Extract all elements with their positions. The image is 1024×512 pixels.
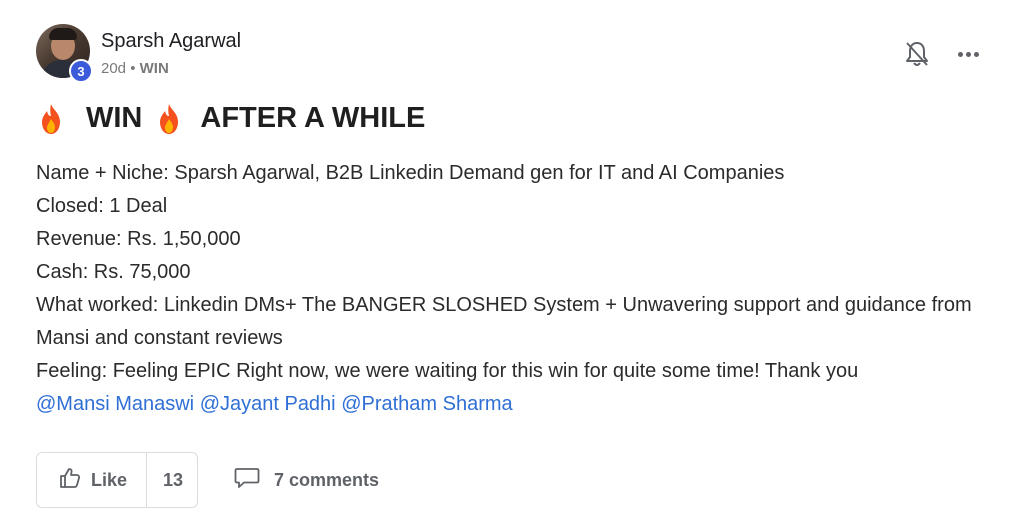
body-line-cash: Cash: Rs. 75,000: [36, 261, 191, 283]
body-line-feeling: Feeling: Feeling EPIC Right now, we were…: [36, 360, 859, 382]
post-header: 3 Sparsh Agarwal 20d • WIN: [36, 24, 996, 84]
meta-separator: •: [130, 60, 136, 77]
body-line-worked: What worked: Linkedin DMs+ The BANGER SL…: [36, 294, 972, 349]
like-count[interactable]: 13: [147, 470, 183, 491]
level-badge: 3: [69, 59, 93, 83]
comments-button[interactable]: 7 comments: [234, 466, 379, 495]
post-body: Name + Niche: Sparsh Agarwal, B2B Linked…: [36, 157, 996, 421]
author-name[interactable]: Sparsh Agarwal: [101, 30, 241, 53]
post-meta: 20d • WIN: [101, 60, 169, 77]
mentions-line: @Mansi Manaswi @Jayant Padhi @Pratham Sh…: [36, 388, 996, 421]
thumbs-up-icon: [59, 467, 81, 494]
comments-label: 7 comments: [274, 470, 380, 490]
fire-icon: [156, 103, 182, 135]
like-label: Like: [91, 469, 128, 490]
post-category[interactable]: WIN: [140, 60, 169, 77]
comment-icon: [234, 466, 260, 495]
mention-link[interactable]: @Pratham Sharma: [341, 393, 512, 415]
more-icon[interactable]: [958, 42, 984, 66]
post-footer: Like 13 7 comments: [36, 452, 736, 512]
fire-icon: [38, 103, 64, 135]
post-time[interactable]: 20d: [101, 60, 126, 77]
title-word-win: WIN: [86, 102, 143, 134]
mention-link[interactable]: @Mansi Manaswi: [36, 393, 194, 415]
like-button[interactable]: Like: [37, 453, 147, 507]
bell-off-icon[interactable]: [904, 40, 930, 68]
mention-link[interactable]: @Jayant Padhi: [200, 393, 336, 415]
body-line-closed: Closed: 1 Deal: [36, 195, 168, 217]
body-line-niche: Name + Niche: Sparsh Agarwal, B2B Linked…: [36, 162, 785, 184]
post-title: WIN AFTER A WHILE: [38, 102, 425, 135]
title-word-after: AFTER A WHILE: [200, 102, 426, 134]
body-line-revenue: Revenue: Rs. 1,50,000: [36, 228, 241, 250]
